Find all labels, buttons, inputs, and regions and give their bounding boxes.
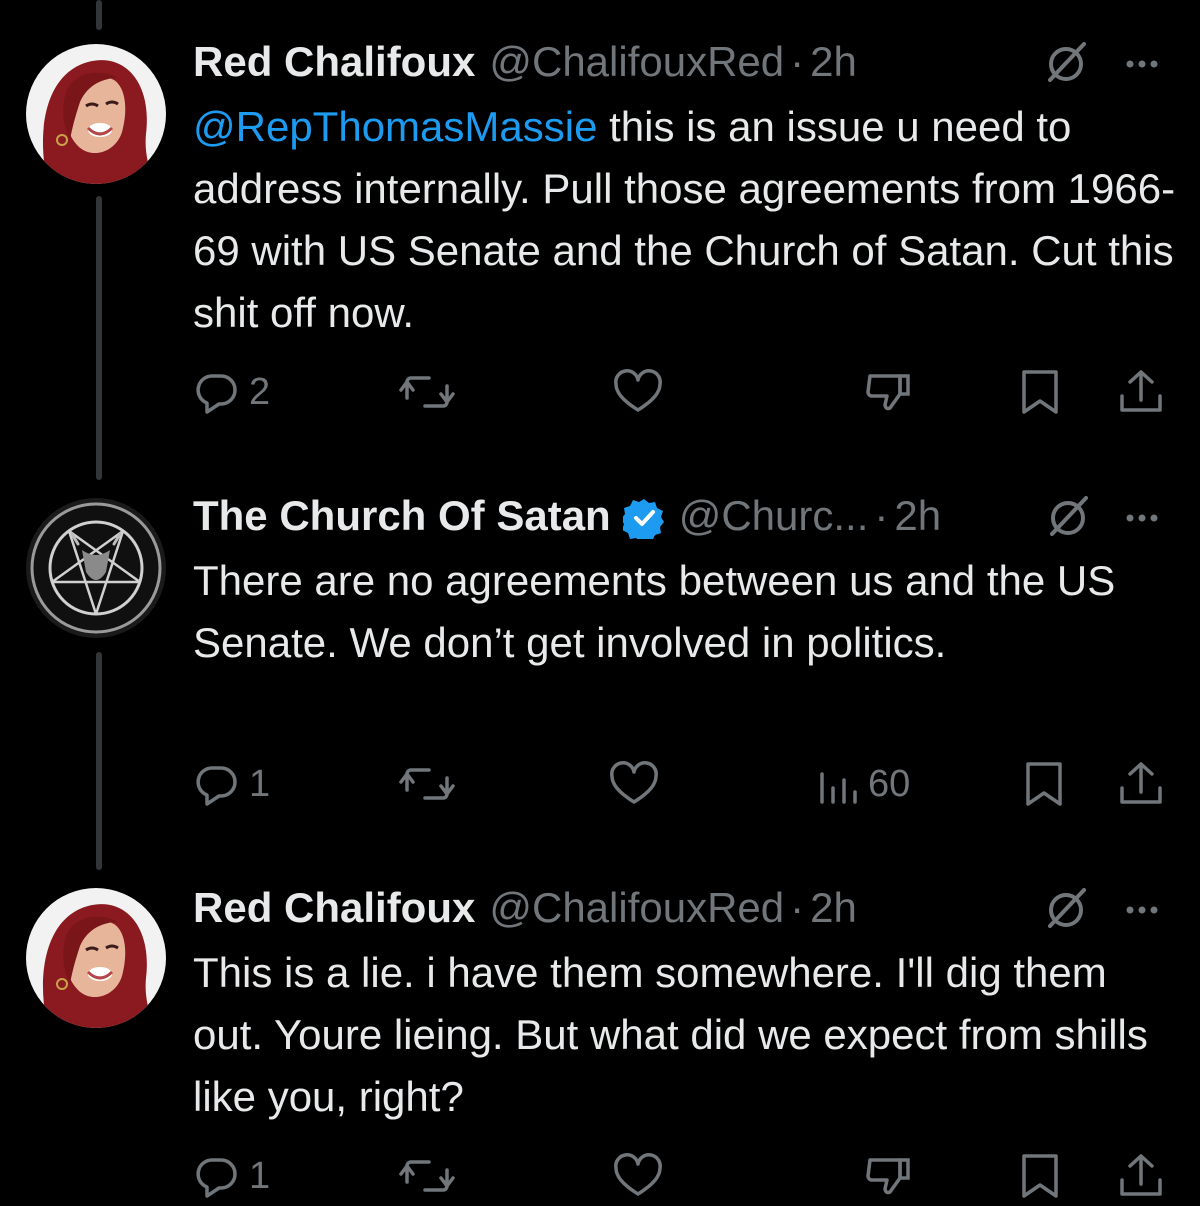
author-name[interactable]: The Church Of Satan [193,486,611,546]
tweet-text: @RepThomasMassie this is an issue u need… [193,96,1183,344]
avatar[interactable] [26,888,166,1028]
reply-button[interactable]: 1 [193,754,270,814]
like-button[interactable] [612,362,664,422]
action-bar: 2 [0,362,1200,422]
reply-icon [196,1158,237,1198]
author-handle[interactable]: @ChalifouxRed [489,32,784,92]
avatar[interactable] [26,44,166,184]
retweet-button[interactable] [397,362,457,422]
author-name[interactable]: Red Chalifoux [193,878,475,938]
tweet[interactable]: Red Chalifoux @ChalifouxRed · 2h @RepTho… [0,32,1200,432]
author-handle[interactable]: @Churc... [679,486,869,546]
like-icon [614,369,662,412]
grok-icon[interactable] [1040,36,1092,88]
separator-dot: · [874,492,889,539]
verified-badge-icon [620,495,665,542]
reply-button[interactable]: 2 [193,362,270,422]
action-bar: 1 [0,1146,1200,1206]
bookmark-icon [1022,370,1058,414]
share-button[interactable] [1116,362,1166,422]
separator-dot: · [790,38,805,85]
avatar[interactable] [26,498,166,638]
tweet-text: There are no agreements between us and t… [193,550,1183,674]
retweet-button[interactable] [397,1146,457,1206]
bookmark-icon [1026,762,1062,806]
tweet-header: The Church Of Satan @Churc... · 2h [193,486,941,546]
tweet[interactable]: The Church Of Satan @Churc... · 2h There… [0,486,1200,816]
tweet[interactable]: Red Chalifoux @ChalifouxRed · 2h This is… [0,878,1200,1200]
grok-icon[interactable] [1042,490,1094,542]
tweet-text: This is a lie. i have them somewhere. I'… [193,942,1183,1128]
tweet-text-content: This is a lie. i have them somewhere. I'… [193,949,1148,1120]
grok-icon[interactable] [1040,882,1092,934]
bookmark-icon [1022,1154,1058,1198]
reply-count: 1 [249,1154,271,1197]
bookmark-button[interactable] [1018,1146,1062,1206]
retweet-icon [399,1160,455,1192]
views-icon [820,772,857,804]
bookmark-button[interactable] [1022,754,1066,814]
reply-icon [196,766,237,806]
mention-link[interactable]: @RepThomasMassie [193,103,597,150]
like-button[interactable] [608,754,660,814]
reply-count: 1 [249,762,271,805]
views-button[interactable]: 60 [816,754,910,814]
share-icon [1120,762,1162,804]
thread-line [96,0,102,30]
tweet-header: Red Chalifoux @ChalifouxRed · 2h [193,878,857,938]
dislike-button[interactable] [862,362,914,422]
author-name[interactable]: Red Chalifoux [193,32,475,92]
retweet-button[interactable] [397,754,457,814]
share-icon [1120,370,1162,412]
timestamp[interactable]: 2h [810,32,857,92]
tweet-header: Red Chalifoux @ChalifouxRed · 2h [193,32,857,92]
share-button[interactable] [1116,1146,1166,1206]
bookmark-button[interactable] [1018,362,1062,422]
action-bar: 1 60 [0,754,1200,814]
share-button[interactable] [1116,754,1166,814]
tweet-text-content: There are no agreements between us and t… [193,557,1116,666]
more-options-icon[interactable] [1116,882,1168,934]
reply-count: 2 [249,370,271,413]
retweet-icon [399,376,455,408]
timestamp[interactable]: 2h [810,878,857,938]
separator-dot: · [790,884,805,931]
reply-button[interactable]: 1 [193,1146,270,1206]
dislike-button[interactable] [862,1146,914,1206]
view-count: 60 [868,762,911,805]
dislike-icon [866,374,910,411]
like-icon [614,1153,662,1196]
more-options-icon[interactable] [1116,36,1168,88]
like-button[interactable] [612,1146,664,1206]
reply-icon [196,374,237,414]
like-icon [610,761,658,804]
more-options-icon[interactable] [1116,490,1168,542]
timestamp[interactable]: 2h [894,486,941,546]
retweet-icon [399,768,455,800]
author-handle[interactable]: @ChalifouxRed [489,878,784,938]
share-icon [1120,1154,1162,1196]
dislike-icon [866,1158,910,1195]
